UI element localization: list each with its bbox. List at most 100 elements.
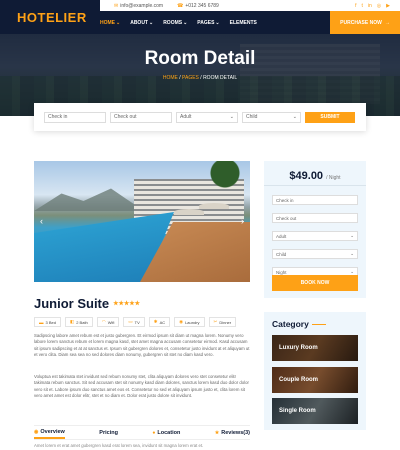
eye-icon: ◉: [34, 428, 39, 435]
divider: [264, 185, 366, 186]
field-label: Check out: [276, 215, 297, 221]
category-label: Single Room: [279, 408, 316, 414]
feature-dinner: ✂ Dinner: [208, 317, 237, 327]
tab-label: Reviews(3): [221, 429, 250, 436]
check-in-field[interactable]: Check in: [272, 195, 358, 205]
logo-block[interactable]: HOTELIER: [0, 0, 100, 34]
child-label: Child: [246, 114, 258, 120]
adult-field[interactable]: Adult ⌄: [272, 231, 358, 241]
youtube-icon[interactable]: ▶: [386, 3, 390, 9]
bed-icon: ▬: [39, 319, 44, 325]
feature-wifi: ◠ Wifi: [96, 317, 120, 327]
tv-icon: ▭: [128, 319, 133, 324]
category-item-single[interactable]: Single Room: [272, 398, 358, 424]
check-out-field[interactable]: Check out: [272, 213, 358, 223]
star-icon: ★: [214, 429, 220, 436]
breadcrumb-home[interactable]: HOME: [163, 75, 178, 81]
laundry-icon: ◉: [179, 319, 184, 324]
field-label: Night: [276, 269, 287, 275]
category-item-couple[interactable]: Couple Room: [272, 367, 358, 393]
category-widget: Category Luxury Room Couple Room Single …: [264, 312, 366, 430]
tab-overview[interactable]: ◉ Overview: [34, 426, 65, 439]
child-field[interactable]: Child ⌄: [272, 249, 358, 259]
feature-label: 3 Bed: [45, 319, 56, 325]
room-description-2: Voluptua est takimata stet invidunt sed …: [34, 374, 249, 398]
linkedin-icon[interactable]: in: [368, 3, 372, 9]
tab-label: Overview: [40, 428, 65, 435]
feature-2-bath: ◧ 2 Bath: [64, 317, 93, 327]
page-title: Room Detail: [144, 48, 256, 69]
palm-shape: [210, 161, 240, 221]
tab-label: Location: [157, 429, 181, 436]
tab-content-text: Amet lorem et erat amet gubergren kasd e…: [34, 443, 204, 448]
nav-label: PAGES: [197, 19, 215, 26]
tab-pricing[interactable]: Pricing: [99, 426, 118, 439]
chevron-down-icon: ⌄: [292, 114, 297, 120]
carousel-prev-icon[interactable]: ‹: [40, 216, 43, 226]
room-image-carousel[interactable]: ‹ ›: [34, 161, 250, 282]
tab-reviews[interactable]: ★ Reviews(3): [215, 426, 250, 439]
chevron-down-icon: ⌄: [148, 19, 154, 26]
instagram-icon[interactable]: ◎: [377, 3, 381, 9]
breadcrumb-current: ROOM DETAIL: [203, 75, 238, 81]
book-now-button[interactable]: BOOK NOW: [272, 275, 358, 291]
category-title: Category: [272, 319, 326, 329]
room-title: Junior Suite ★★★★★: [34, 296, 140, 311]
checkout-placeholder: Check out: [114, 114, 137, 120]
room-tabs: ◉ Overview Pricing ● Location ★ Reviews(3): [34, 425, 250, 440]
feature-label: 2 Bath: [76, 319, 88, 325]
nav-item-about[interactable]: ABOUT ⌄: [130, 20, 153, 26]
star-rating: ★★★★★: [113, 301, 141, 307]
price-per-night: / Night: [326, 175, 341, 181]
main-navbar: HOME ⌄ ABOUT ⌄ ROOMS ⌄ PAGES ⌄ ELEMENTS PURCHASE…: [100, 11, 400, 34]
booking-bar: Check in Check out Adult ⌄ Child ⌄ SUBMI…: [34, 103, 366, 131]
submit-button[interactable]: SUBMIT: [305, 111, 355, 123]
nav-label: HOME: [100, 19, 115, 26]
checkin-input[interactable]: Check in: [44, 111, 106, 123]
chevron-down-icon: ⌄: [350, 251, 354, 256]
arrow-right-icon: →: [384, 19, 390, 26]
bath-icon: ◧: [69, 319, 75, 324]
purchase-label: PURCHASE NOW: [340, 19, 382, 26]
ac-icon: ✱: [153, 319, 158, 324]
nav-item-pages[interactable]: PAGES ⌄: [197, 20, 219, 26]
tab-label: Pricing: [99, 429, 118, 436]
feature-3-bed: ▬ 3 Bed: [34, 317, 61, 327]
social-links: f t in ◎ ▶: [355, 3, 390, 9]
feature-tv: ▭ TV: [123, 317, 145, 327]
chevron-down-icon: ⌄: [183, 19, 188, 26]
tab-location[interactable]: ● Location: [152, 426, 180, 439]
adult-select[interactable]: Adult ⌄: [176, 111, 238, 123]
category-item-luxury[interactable]: Luxury Room: [272, 335, 358, 361]
title-underline: [311, 323, 326, 325]
chevron-down-icon: ⌄: [215, 19, 220, 26]
carousel-next-icon[interactable]: ›: [241, 216, 244, 226]
twitter-icon[interactable]: t: [361, 3, 362, 9]
email-text[interactable]: info@example.com: [120, 3, 163, 9]
field-label: Child: [276, 251, 287, 257]
nav-label: ELEMENTS: [229, 19, 257, 26]
chevron-down-icon: ⌄: [116, 19, 121, 26]
nav-item-rooms[interactable]: ROOMS ⌄: [163, 20, 187, 26]
feature-label: TV: [134, 319, 140, 325]
nav-item-elements[interactable]: ELEMENTS: [230, 20, 257, 26]
field-label: Check in: [276, 197, 294, 203]
child-select[interactable]: Child ⌄: [242, 111, 301, 123]
room-description-1: Sadipscing labore amet rebum est et just…: [34, 333, 250, 357]
mountain-shape: [34, 188, 144, 211]
adult-label: Adult: [180, 114, 192, 120]
nav-menu: HOME ⌄ ABOUT ⌄ ROOMS ⌄ PAGES ⌄ ELEMENTS: [100, 20, 257, 26]
phone-icon: ☎: [177, 2, 184, 9]
facebook-icon[interactable]: f: [355, 3, 356, 9]
topbar-email[interactable]: ✉ info@example.com: [114, 3, 163, 9]
checkin-placeholder: Check in: [48, 114, 68, 120]
chevron-down-icon: ⌄: [350, 233, 354, 238]
logo[interactable]: HOTELIER: [17, 10, 87, 25]
topbar-phone[interactable]: ☎ +012 345 6789: [177, 3, 219, 9]
checkout-input[interactable]: Check out: [110, 111, 172, 123]
nav-item-home[interactable]: HOME ⌄: [100, 20, 120, 26]
breadcrumb-pages[interactable]: PAGES: [182, 75, 199, 81]
phone-text[interactable]: +012 345 6789: [185, 3, 219, 9]
feature-laundry: ◉ Laundry: [174, 317, 205, 327]
purchase-now-button[interactable]: PURCHASE NOW →: [330, 11, 400, 34]
